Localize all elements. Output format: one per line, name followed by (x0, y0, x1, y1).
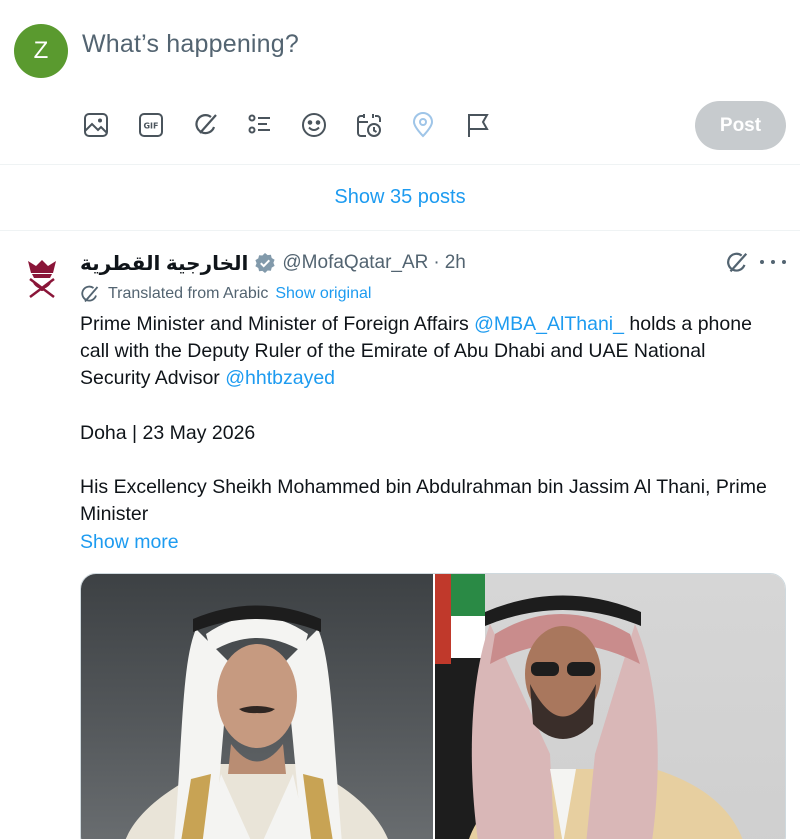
flag-icon[interactable] (462, 108, 494, 142)
translate-icon (81, 285, 99, 303)
handle[interactable]: @MofaQatar_AR (282, 252, 428, 274)
grok-icon[interactable] (190, 108, 222, 142)
verified-badge-icon (255, 253, 275, 273)
translated-label: Translated from Arabic (108, 285, 269, 302)
post-button[interactable]: Post (695, 101, 786, 150)
poll-icon[interactable] (244, 108, 276, 142)
translation-notice: Translated from Arabic Show original (80, 283, 371, 305)
show-original-link[interactable]: Show original (275, 285, 371, 303)
tweet-text: Prime Minister and Minister of Foreign A… (80, 311, 780, 556)
display-name[interactable]: الخارجية القطرية (80, 251, 248, 276)
location-icon[interactable] (407, 108, 439, 142)
separator: · (433, 252, 440, 273)
gif-icon[interactable]: GIF (135, 108, 167, 142)
media-photo-left[interactable] (81, 574, 433, 839)
body-text: Prime Minister and Minister of Foreign A… (80, 313, 475, 335)
image-icon[interactable] (80, 108, 112, 142)
schedule-icon[interactable] (353, 108, 385, 142)
body-text: His Excellency Sheikh Mohammed bin Abdul… (80, 476, 767, 526)
more-options-icon[interactable] (760, 249, 786, 275)
mention-link[interactable]: @MBA_AlThani_ (474, 313, 624, 335)
dateline: Doha | 23 May 2026 (80, 421, 256, 444)
tweet-header: الخارجية القطرية @MofaQatar_AR · 2h (80, 248, 466, 278)
show-new-posts-button[interactable]: Show 35 posts (0, 165, 800, 231)
mention-link[interactable]: @hhtbzayed (225, 367, 335, 389)
svg-text:GIF: GIF (143, 122, 158, 131)
user-avatar[interactable]: Z (14, 24, 68, 78)
media-photo-right[interactable] (435, 574, 785, 839)
account-avatar[interactable] (22, 253, 62, 303)
timestamp[interactable]: 2h (445, 252, 466, 274)
tweet-media[interactable] (80, 573, 786, 839)
grok-icon[interactable] (724, 250, 750, 276)
emoji-icon[interactable] (298, 108, 330, 142)
compose-input[interactable]: What’s happening? (82, 30, 299, 59)
compose-box: Z What’s happening? GIF Post (0, 0, 800, 165)
tweet[interactable]: الخارجية القطرية @MofaQatar_AR · 2h Tran… (0, 231, 800, 839)
show-more-link[interactable]: Show more (80, 529, 179, 556)
